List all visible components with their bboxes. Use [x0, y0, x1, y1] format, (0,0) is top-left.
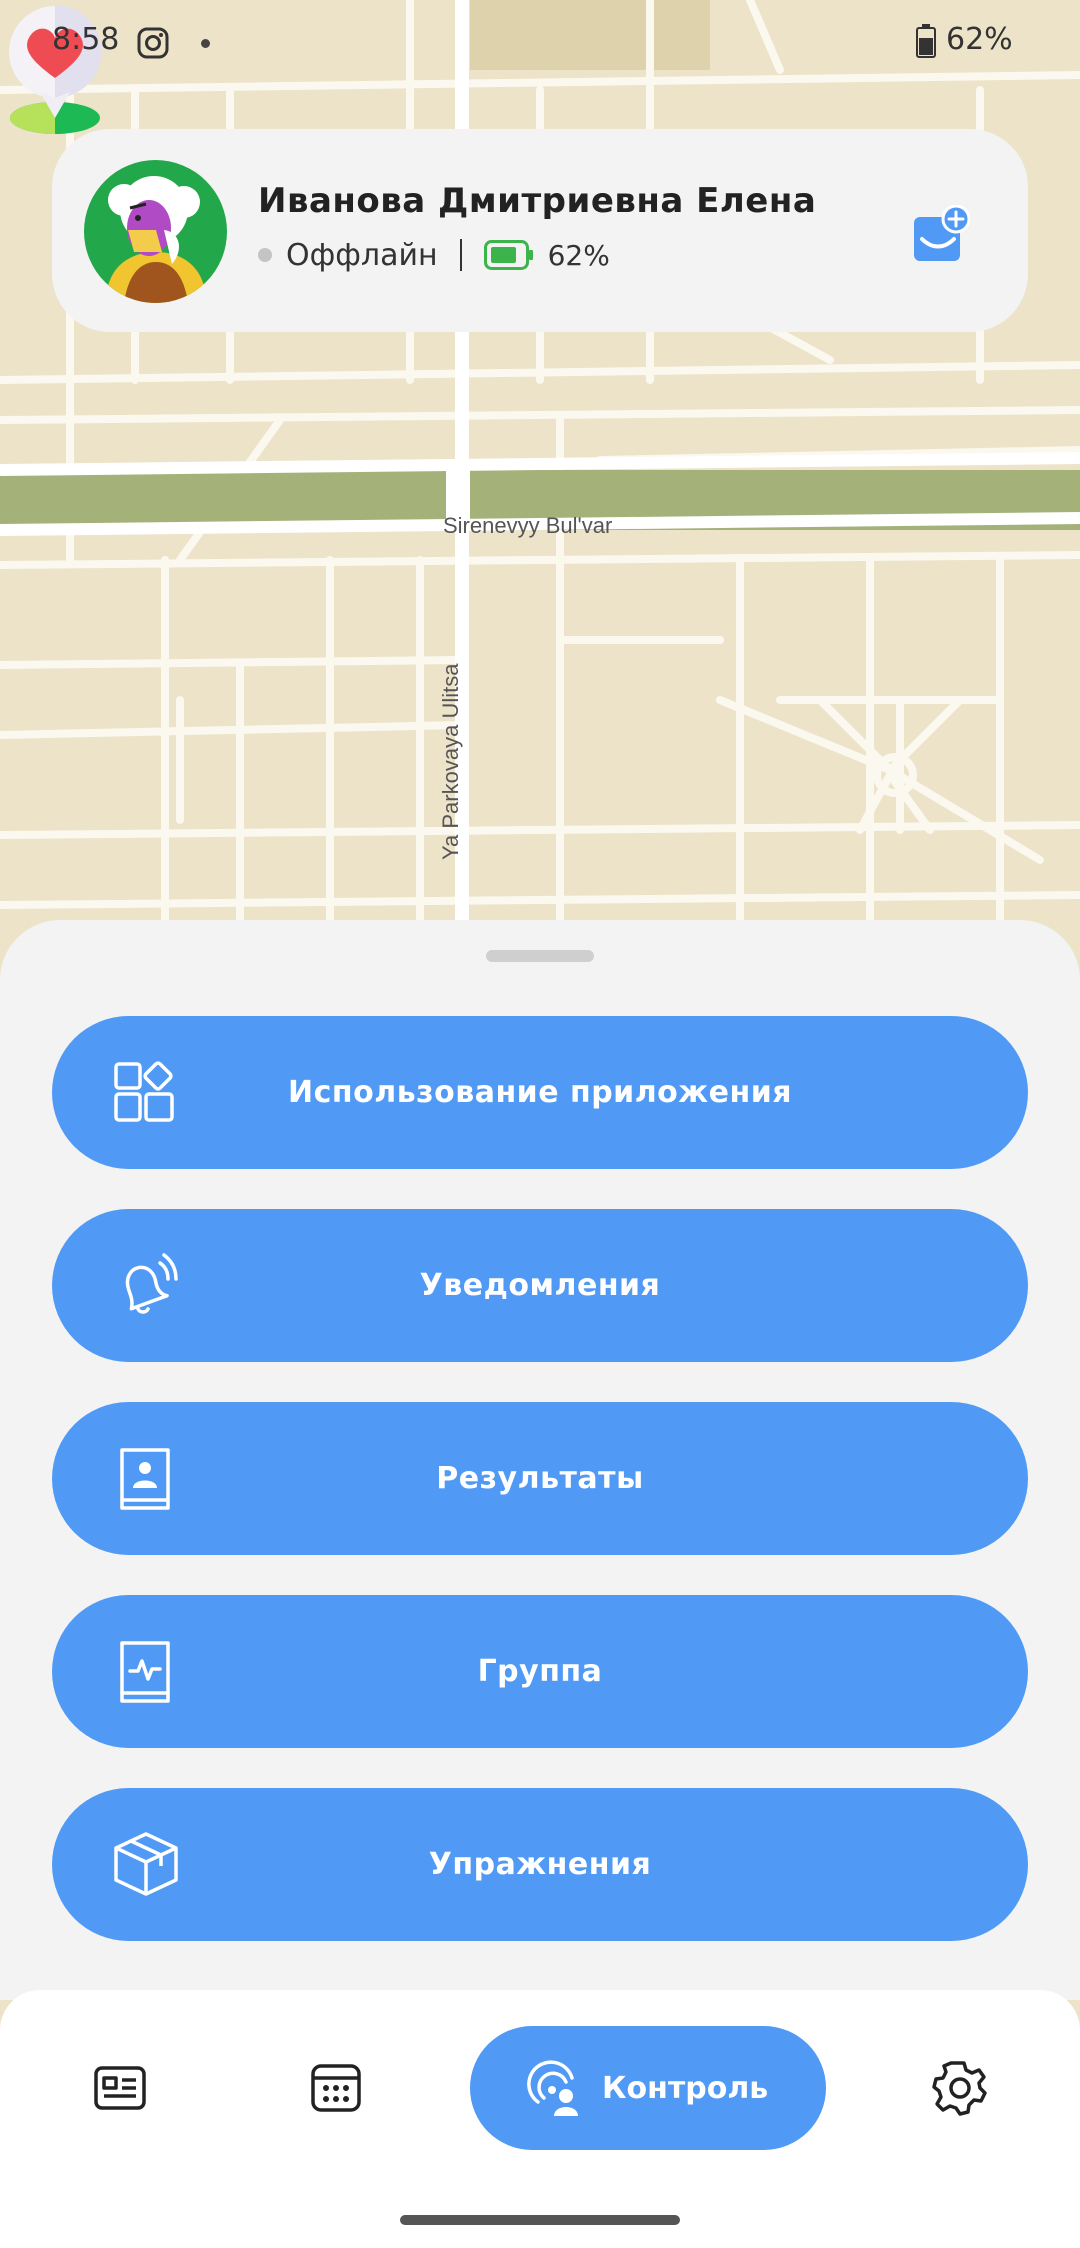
settings-icon[interactable]: [930, 2058, 990, 2118]
group-button[interactable]: Группа: [52, 1595, 1028, 1748]
status-battery-percent: 62%: [946, 22, 1013, 57]
notifications-label: Уведомления: [419, 1268, 661, 1303]
exercises-label: Упражнения: [428, 1847, 652, 1882]
avatar[interactable]: [84, 160, 227, 303]
control-icon: [527, 2060, 578, 2116]
bottom-sheet: Использование приложения Уведомления Рез…: [0, 920, 1080, 2000]
exercises-button[interactable]: Упражнения: [52, 1788, 1028, 1941]
sheet-drag-handle[interactable]: [486, 950, 594, 962]
notification-dot-icon: [201, 39, 210, 48]
online-status-text: Оффлайн: [286, 237, 438, 273]
results-label: Результаты: [436, 1461, 644, 1496]
status-time: 8:58: [52, 22, 120, 57]
results-button[interactable]: Результаты: [52, 1402, 1028, 1555]
app-usage-button[interactable]: Использование приложения: [52, 1016, 1028, 1169]
street-label-avenue: Ya Parkovaya Ulitsa: [438, 663, 463, 860]
profile-name: Иванова Дмитриевна Елена: [258, 181, 817, 221]
avatar-illustration: [84, 160, 227, 303]
device-battery-percent: 62%: [547, 238, 610, 272]
instagram-icon: [137, 27, 169, 59]
group-label: Группа: [477, 1654, 603, 1689]
calendar-icon[interactable]: [306, 2058, 366, 2118]
status-divider: [459, 239, 462, 271]
home-indicator[interactable]: [400, 2215, 680, 2225]
offline-status-dot-icon: [258, 248, 272, 262]
status-bar: 8:58 62%: [0, 0, 1080, 90]
control-tab-label: Контроль: [602, 2070, 769, 2106]
battery-icon: [916, 24, 936, 58]
device-battery-icon: [483, 240, 533, 270]
notifications-button[interactable]: Уведомления: [52, 1209, 1028, 1362]
control-tab[interactable]: Контроль: [470, 2026, 826, 2150]
profile-status-line: Оффлайн 62%: [258, 233, 610, 277]
street-label-boulevard: Sirenevyy Bul'var: [443, 513, 613, 538]
app-usage-label: Использование приложения: [288, 1075, 792, 1110]
bottom-navigation: Контроль: [0, 1990, 1080, 2248]
profile-card[interactable]: Иванова Дмитриевна Елена Оффлайн 62%: [52, 129, 1028, 332]
add-device-icon[interactable]: [910, 205, 970, 265]
news-icon[interactable]: [90, 2058, 150, 2118]
